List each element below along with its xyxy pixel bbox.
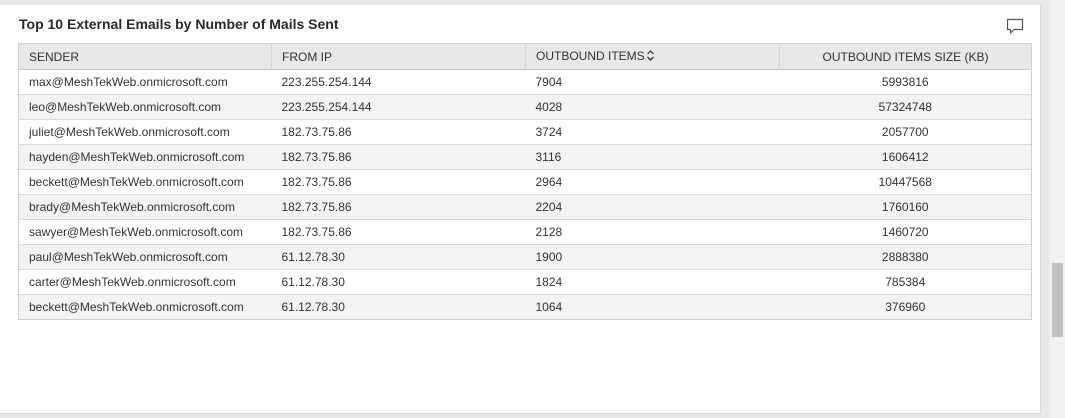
table-row[interactable]: beckett@MeshTekWeb.onmicrosoft.com 182.73… [19, 169, 1031, 195]
emails-table: SENDER FROM IP OUTBOUND ITEMS OUTBOUND I… [18, 43, 1032, 320]
cell-outbound-items-size: 10447568 [779, 169, 1031, 195]
cell-from-ip: 61.12.78.30 [271, 244, 526, 270]
table-row[interactable]: sawyer@MeshTekWeb.onmicrosoft.com 182.73.… [19, 219, 1031, 245]
cell-sender: juliet@MeshTekWeb.onmicrosoft.com [19, 119, 272, 145]
cell-outbound-items-size: 2057700 [779, 119, 1031, 145]
column-header-outbound-items-size[interactable]: OUTBOUND ITEMS SIZE (KB) [779, 44, 1031, 70]
cell-from-ip: 182.73.75.86 [271, 119, 526, 145]
comment-icon[interactable] [1006, 18, 1024, 35]
cell-from-ip: 61.12.78.30 [271, 294, 526, 319]
cell-from-ip: 182.73.75.86 [271, 194, 526, 220]
table-row[interactable]: hayden@MeshTekWeb.onmicrosoft.com 182.73.… [19, 144, 1031, 170]
cell-sender: sawyer@MeshTekWeb.onmicrosoft.com [19, 219, 272, 245]
cell-outbound-items-size: 5993816 [779, 69, 1031, 95]
cell-outbound-items: 4028 [525, 94, 780, 120]
panel-title: Top 10 External Emails by Number of Mail… [19, 16, 339, 32]
cell-outbound-items: 7904 [525, 69, 780, 95]
cell-outbound-items: 2964 [525, 169, 780, 195]
cell-outbound-items: 3116 [525, 144, 780, 170]
cell-outbound-items: 2204 [525, 194, 780, 220]
cell-from-ip: 223.255.254.144 [271, 94, 526, 120]
cell-sender: leo@MeshTekWeb.onmicrosoft.com [19, 94, 272, 120]
cell-sender: hayden@MeshTekWeb.onmicrosoft.com [19, 144, 272, 170]
cell-outbound-items: 1900 [525, 244, 780, 270]
report-panel: Top 10 External Emails by Number of Mail… [0, 5, 1041, 414]
table-row[interactable]: paul@MeshTekWeb.onmicrosoft.com 61.12.78.… [19, 244, 1031, 270]
cell-sender: brady@MeshTekWeb.onmicrosoft.com [19, 194, 272, 220]
column-header-outbound-items[interactable]: OUTBOUND ITEMS [525, 44, 780, 70]
cell-sender: carter@MeshTekWeb.onmicrosoft.com [19, 269, 272, 295]
cell-from-ip: 61.12.78.30 [271, 269, 526, 295]
cell-outbound-items-size: 2888380 [779, 244, 1031, 270]
table-row[interactable]: juliet@MeshTekWeb.onmicrosoft.com 182.73.… [19, 119, 1031, 145]
cell-from-ip: 223.255.254.144 [271, 69, 526, 95]
column-header-sender[interactable]: SENDER [19, 44, 272, 70]
cell-sender: beckett@MeshTekWeb.onmicrosoft.com [19, 294, 272, 319]
sort-icon[interactable] [646, 50, 655, 64]
cell-from-ip: 182.73.75.86 [271, 169, 526, 195]
cell-outbound-items-size: 57324748 [779, 94, 1031, 120]
cell-sender: max@MeshTekWeb.onmicrosoft.com [19, 69, 272, 95]
cell-outbound-items-size: 1760160 [779, 194, 1031, 220]
cell-outbound-items-size: 1460720 [779, 219, 1031, 245]
table-row[interactable]: carter@MeshTekWeb.onmicrosoft.com 61.12.7… [19, 269, 1031, 295]
cell-outbound-items: 1064 [525, 294, 780, 319]
table-row[interactable]: brady@MeshTekWeb.onmicrosoft.com 182.73.7… [19, 194, 1031, 220]
cell-outbound-items: 1824 [525, 269, 780, 295]
cell-outbound-items-size: 1606412 [779, 144, 1031, 170]
table-row[interactable]: leo@MeshTekWeb.onmicrosoft.com 223.255.25… [19, 94, 1031, 120]
cell-sender: paul@MeshTekWeb.onmicrosoft.com [19, 244, 272, 270]
cell-outbound-items: 3724 [525, 119, 780, 145]
cell-outbound-items-size: 376960 [779, 294, 1031, 319]
table-row[interactable]: beckett@MeshTekWeb.onmicrosoft.com 61.12.… [19, 294, 1031, 319]
column-header-from-ip[interactable]: FROM IP [271, 44, 526, 70]
cell-sender: beckett@MeshTekWeb.onmicrosoft.com [19, 169, 272, 195]
table-header-row: SENDER FROM IP OUTBOUND ITEMS OUTBOUND I… [19, 44, 1031, 70]
cell-from-ip: 182.73.75.86 [271, 144, 526, 170]
scrollbar-track[interactable] [1050, 0, 1065, 418]
cell-outbound-items: 2128 [525, 219, 780, 245]
cell-from-ip: 182.73.75.86 [271, 219, 526, 245]
table-row[interactable]: max@MeshTekWeb.onmicrosoft.com 223.255.25… [19, 69, 1031, 95]
scrollbar-thumb[interactable] [1052, 263, 1063, 337]
cell-outbound-items-size: 785384 [779, 269, 1031, 295]
